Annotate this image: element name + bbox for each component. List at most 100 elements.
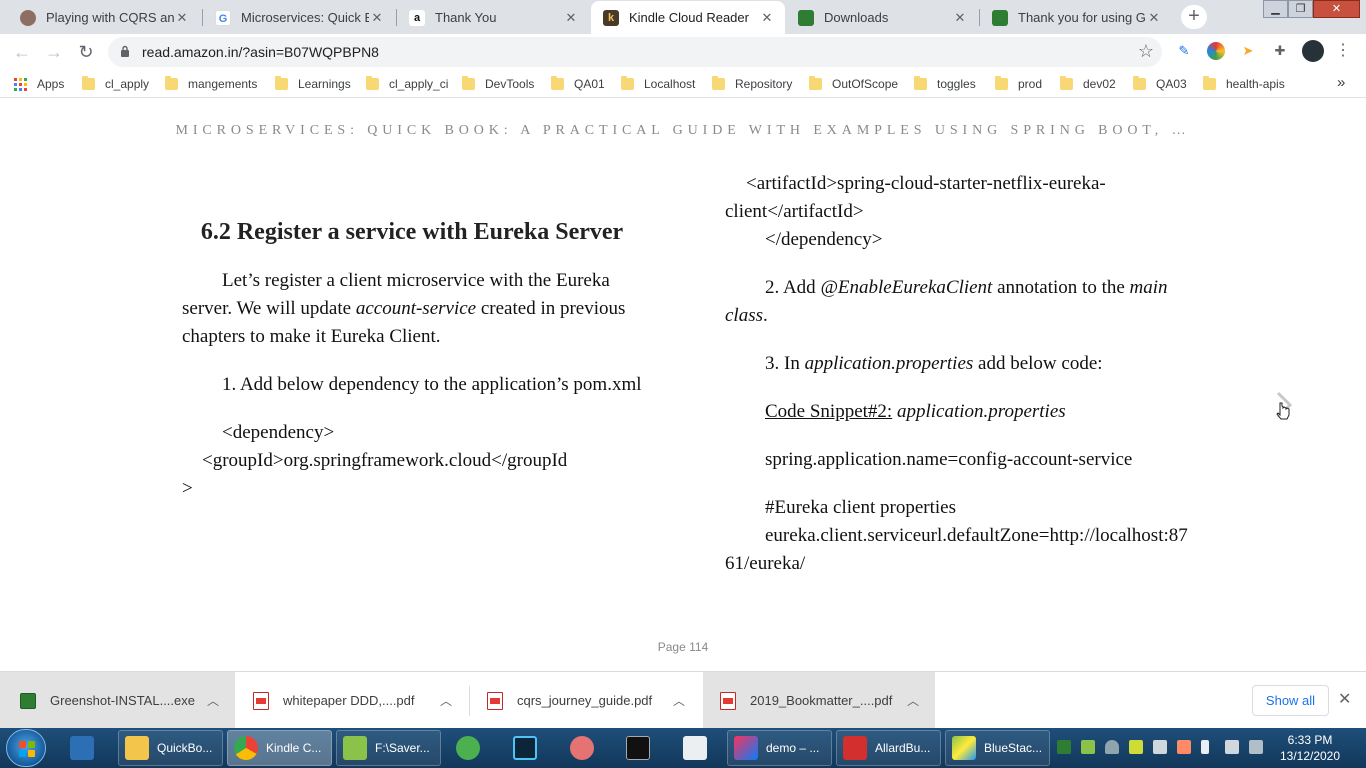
chevron-up-icon[interactable]: ︿ xyxy=(907,692,919,709)
bookmark-folder-mangements[interactable]: mangements xyxy=(165,76,257,92)
taskbar-explorer[interactable]: QuickBo... xyxy=(118,730,223,766)
download-item[interactable]: cqrs_journey_guide.pdf ︿ xyxy=(470,672,701,729)
tab-cqrs[interactable]: Playing with CQRS and E ✕ xyxy=(8,1,200,34)
tray-app-icon[interactable] xyxy=(1081,740,1095,754)
close-icon[interactable]: ✕ xyxy=(174,10,190,26)
close-icon[interactable]: ✕ xyxy=(369,10,385,26)
taskbar-app[interactable] xyxy=(513,730,547,766)
menu-dots-icon[interactable]: ⋮ xyxy=(1334,42,1352,60)
new-tab-button[interactable]: + xyxy=(1181,5,1207,29)
cmd-icon xyxy=(626,736,650,760)
bookmark-folder-prod[interactable]: prod xyxy=(995,76,1042,92)
bookmark-folder-devtools[interactable]: DevTools xyxy=(462,76,534,92)
bookmark-folder-toggles[interactable]: toggles xyxy=(914,76,976,92)
google-icon: G xyxy=(215,9,231,26)
bookmark-folder-repository[interactable]: Repository xyxy=(712,76,792,92)
left-page-column: 6.2 Register a service with Eureka Serve… xyxy=(182,216,642,503)
browser-toolbar: ← → ↻ read.amazon.in/?asin=B07WQPBPN8 ☆ … xyxy=(0,34,1366,70)
speaker-icon[interactable] xyxy=(1177,740,1191,754)
shield-icon[interactable] xyxy=(1105,740,1119,754)
back-arrow-icon[interactable]: ← xyxy=(10,40,34,64)
pen-extension-icon[interactable]: ✎ xyxy=(1175,42,1193,60)
taskbar-timer[interactable] xyxy=(456,730,490,766)
editor-icon xyxy=(343,736,367,760)
tab-kindle-cloud-reader[interactable]: k Kindle Cloud Reader ✕ xyxy=(591,1,785,34)
download-item[interactable]: 2019_Bookmatter_....pdf ︿ xyxy=(703,672,935,729)
tab-greenshot[interactable]: Thank you for using Gre ✕ xyxy=(980,1,1172,34)
taskbar-bluestacks[interactable]: BlueStac... xyxy=(945,730,1050,766)
download-item[interactable]: Greenshot-INSTAL....exe ︿ xyxy=(0,672,235,729)
bookmark-folder-localhost[interactable]: Localhost xyxy=(621,76,695,92)
bookmark-folder-qa01[interactable]: QA01 xyxy=(551,76,605,92)
text-span: add below code: xyxy=(973,353,1103,374)
display-icon[interactable] xyxy=(1225,740,1239,754)
bookmark-folder-cl-apply-ci[interactable]: cl_apply_ci xyxy=(366,76,448,92)
tab-thank-you[interactable]: a Thank You ✕ xyxy=(397,1,589,34)
show-all-downloads-button[interactable]: Show all xyxy=(1252,685,1329,716)
reload-icon[interactable]: ↻ xyxy=(74,40,98,64)
step-3-paragraph: 3. In application.properties add below c… xyxy=(725,350,1195,378)
close-icon[interactable]: ✕ xyxy=(759,10,775,26)
taskbar-pinned-app[interactable] xyxy=(70,730,104,766)
tray-app-icon[interactable] xyxy=(1129,740,1143,754)
bookmark-folder-health-apis[interactable]: health-apis xyxy=(1203,76,1285,92)
close-icon[interactable]: ✕ xyxy=(563,10,579,26)
comment-line: #Eureka client properties xyxy=(765,497,956,518)
download-item[interactable]: whitepaper DDD,....pdf ︿ xyxy=(236,672,468,729)
close-icon[interactable]: ✕ xyxy=(1146,10,1162,26)
taskbar-intellij[interactable]: demo – ... xyxy=(727,730,832,766)
taskbar-cmd[interactable] xyxy=(626,730,660,766)
code-snippet-caption: Code Snippet#2: application.properties xyxy=(725,398,1195,426)
network-icon[interactable] xyxy=(1249,740,1263,754)
right-page-column: <artifactId>spring-cloud-starter-netflix… xyxy=(725,170,1195,578)
window-close-icon[interactable]: ✕ xyxy=(1313,0,1360,18)
bookmark-star-icon[interactable]: ☆ xyxy=(1138,41,1154,62)
folder-icon xyxy=(1133,76,1146,90)
forward-arrow-icon[interactable]: → xyxy=(42,40,66,64)
bookmark-folder-learnings[interactable]: Learnings xyxy=(275,76,351,92)
tab-downloads[interactable]: Downloads ✕ xyxy=(786,1,978,34)
taskbar-editor[interactable]: F:\Saver... xyxy=(336,730,441,766)
exe-file-icon xyxy=(20,692,36,709)
calculator-icon xyxy=(683,736,707,760)
bluestacks-icon xyxy=(952,736,976,760)
tab-strip: Playing with CQRS and E ✕ G Microservice… xyxy=(0,0,1366,34)
bookmark-label: toggles xyxy=(937,77,976,91)
chevron-up-icon[interactable]: ︿ xyxy=(673,692,685,709)
profile-avatar[interactable] xyxy=(1302,40,1324,62)
color-picker-extension-icon[interactable] xyxy=(1207,42,1225,60)
address-bar[interactable]: read.amazon.in/?asin=B07WQPBPN8 ☆ xyxy=(108,37,1162,67)
taskbar-chrome[interactable]: Kindle C... xyxy=(227,730,332,766)
bookmark-label: Learnings xyxy=(298,77,351,91)
extensions-puzzle-icon[interactable]: ✚ xyxy=(1271,42,1289,60)
taskbar-pdf-reader[interactable]: AllardBu... xyxy=(836,730,941,766)
close-shelf-icon[interactable]: ✕ xyxy=(1338,689,1351,709)
bookmark-folder-cl-apply[interactable]: cl_apply xyxy=(82,76,149,92)
bookmark-label: cl_apply_ci xyxy=(389,77,449,91)
flag-icon[interactable] xyxy=(1201,740,1209,754)
bookmarks-overflow-chevron-icon[interactable]: » xyxy=(1337,74,1345,91)
pdf-icon xyxy=(843,736,867,760)
bookmark-label: mangements xyxy=(188,77,258,91)
taskbar-clock[interactable]: 6:33 PM 13/12/2020 xyxy=(1270,732,1350,764)
greenshot-tray-icon[interactable] xyxy=(1057,740,1071,754)
bookmark-apps[interactable]: Apps xyxy=(14,76,64,92)
maximize-icon[interactable]: ❐ xyxy=(1288,0,1313,18)
book-title: MICROSERVICES: QUICK BOOK: A PRACTICAL G… xyxy=(175,123,1191,138)
tab-title: Playing with CQRS and E xyxy=(46,10,174,25)
taskbar-snipping[interactable] xyxy=(570,730,604,766)
tray-app-icon[interactable] xyxy=(1153,740,1167,754)
start-button[interactable] xyxy=(6,729,46,767)
close-icon[interactable]: ✕ xyxy=(952,10,968,26)
taskbar-label: Kindle C... xyxy=(266,741,322,755)
bookmark-folder-outofscope[interactable]: OutOfScope xyxy=(809,76,898,92)
bookmark-folder-dev02[interactable]: dev02 xyxy=(1060,76,1116,92)
chevron-up-icon[interactable]: ︿ xyxy=(207,692,219,709)
arrow-extension-icon[interactable]: ➤ xyxy=(1239,42,1257,60)
taskbar-calculator[interactable] xyxy=(683,730,717,766)
chevron-up-icon[interactable]: ︿ xyxy=(440,692,452,709)
tab-microservices[interactable]: G Microservices: Quick Boo ✕ xyxy=(203,1,395,34)
next-page-arrow-icon[interactable] xyxy=(1272,389,1296,429)
minimize-icon[interactable]: ▁ xyxy=(1263,0,1288,18)
bookmark-folder-qa03[interactable]: QA03 xyxy=(1133,76,1187,92)
